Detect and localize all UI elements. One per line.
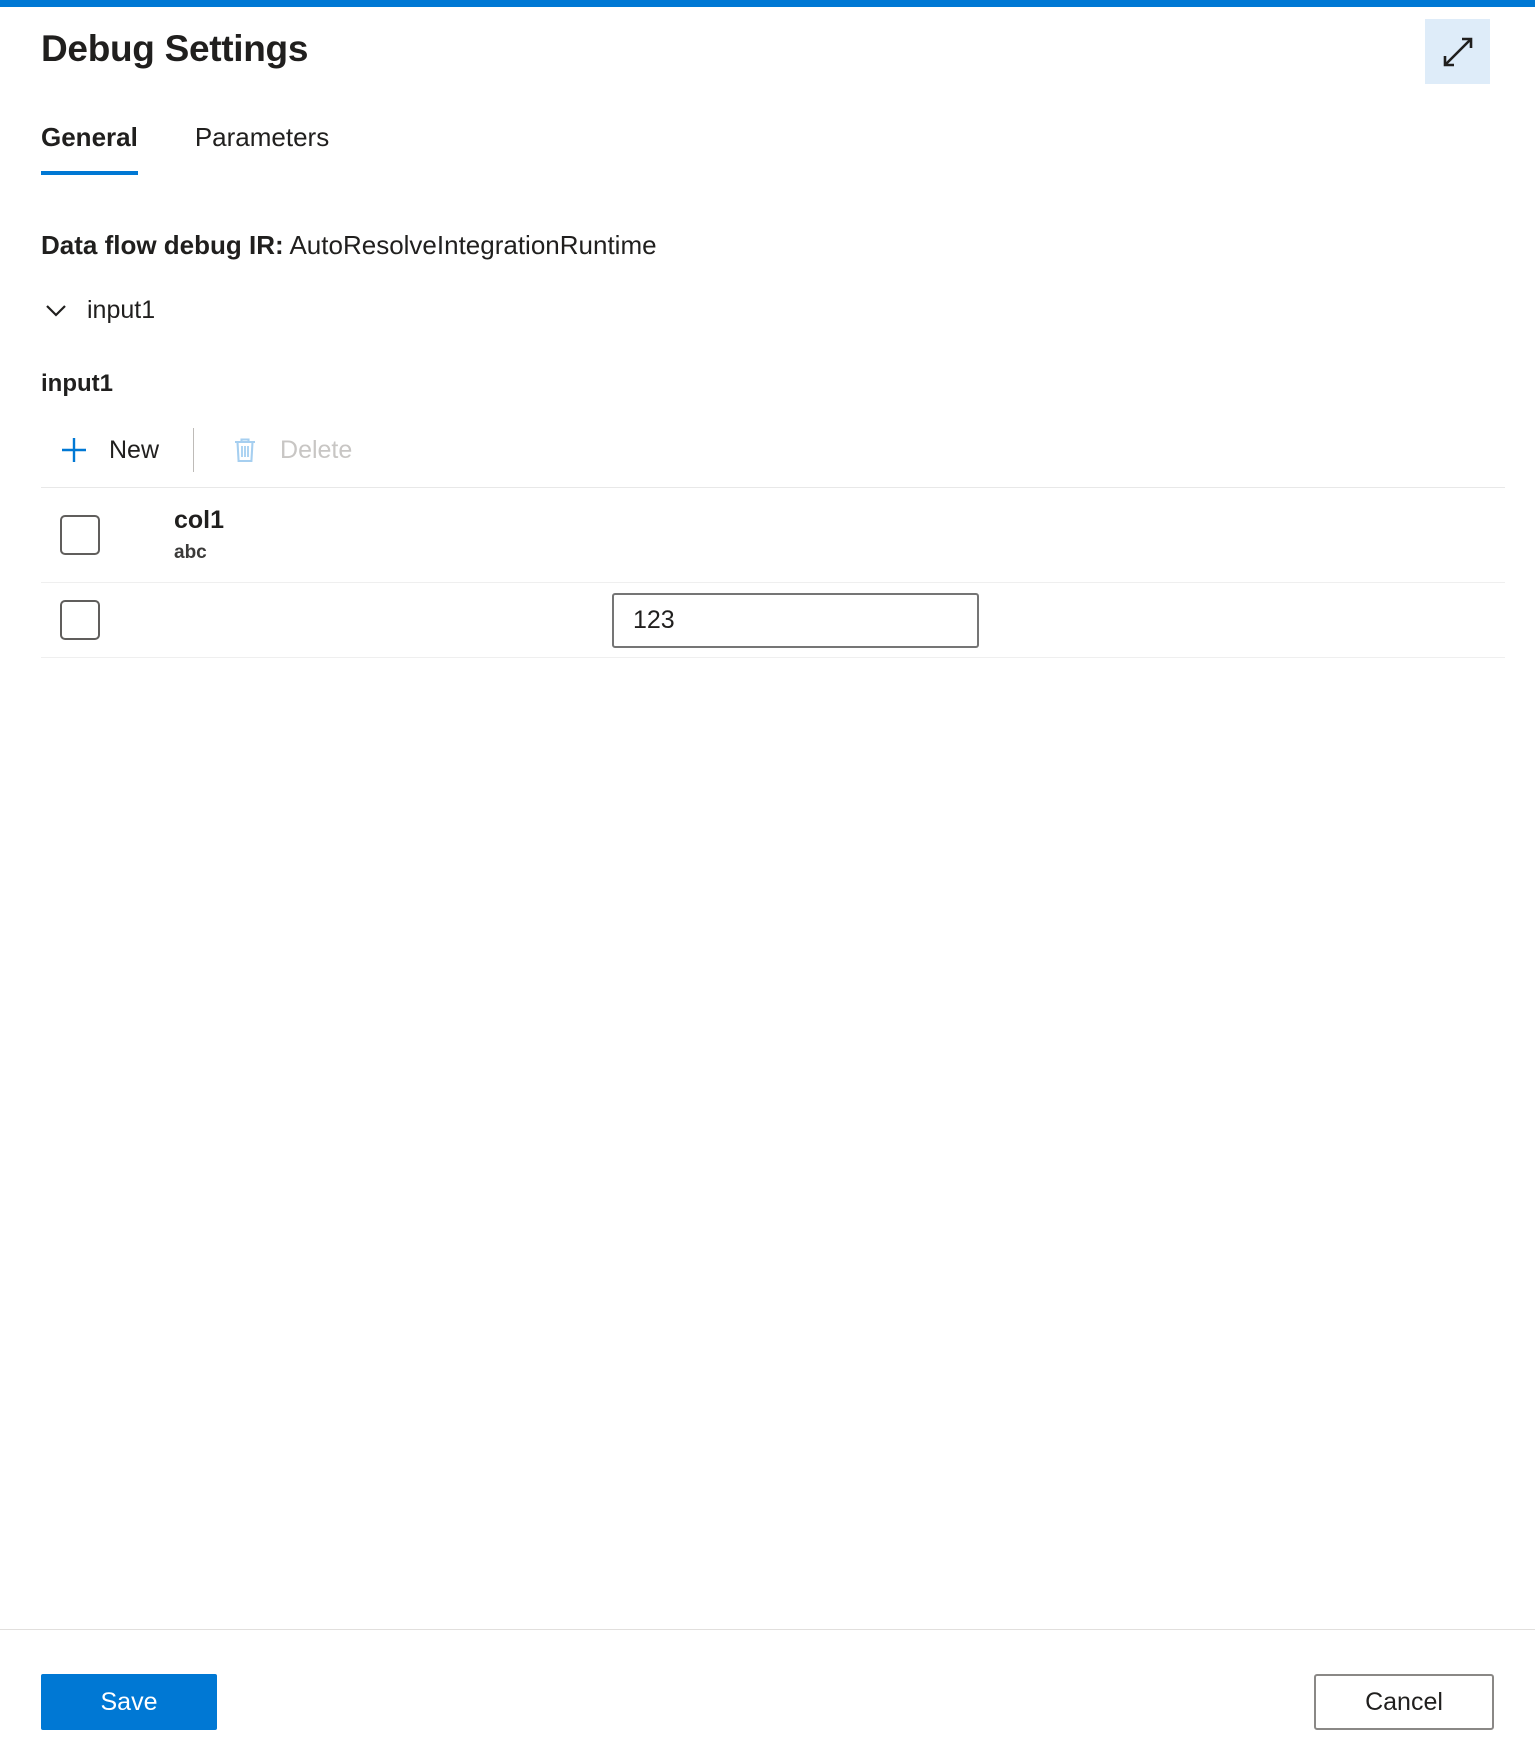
page-title: Debug Settings — [41, 28, 309, 69]
column-name: col1 — [174, 506, 225, 535]
data-flow-debug-ir-label: Data flow debug IR: — [41, 230, 284, 260]
delete-row-button-label: Delete — [280, 435, 353, 464]
chevron-down-icon — [41, 295, 71, 325]
grid-header-select-cell — [41, 515, 136, 555]
col1-value-input[interactable] — [612, 592, 979, 648]
debug-settings-panel: Debug Settings General Parameters Data f… — [0, 0, 1535, 1757]
column-type: abc — [174, 541, 207, 563]
top-accent-bar — [0, 0, 1535, 7]
table-row — [41, 583, 1505, 658]
save-button[interactable]: Save — [41, 1674, 217, 1730]
grid-row-value-cell — [136, 592, 1505, 648]
data-flow-debug-ir: Data flow debug IR: AutoResolveIntegrati… — [41, 230, 657, 261]
trash-icon — [228, 433, 262, 467]
grid-command-bar: New Delete — [41, 418, 1505, 482]
grid-column-header-col1[interactable]: col1 abc — [136, 506, 1505, 564]
tab-list: General Parameters — [41, 118, 386, 175]
row-select-checkbox[interactable] — [60, 600, 100, 640]
expand-panel-button[interactable] — [1425, 19, 1490, 84]
stream-expander-input1[interactable]: input1 — [41, 295, 155, 325]
stream-expander-label: input1 — [87, 295, 156, 324]
footer-divider — [0, 1629, 1535, 1630]
plus-icon — [57, 433, 91, 467]
tab-general[interactable]: General — [41, 118, 138, 175]
new-row-button[interactable]: New — [41, 418, 175, 482]
grid-row-select-cell — [41, 600, 136, 640]
source-data-grid: col1 abc — [41, 487, 1505, 658]
data-flow-debug-ir-value: AutoResolveIntegrationRuntime — [289, 230, 657, 260]
tab-parameters[interactable]: Parameters — [195, 118, 329, 175]
cancel-button[interactable]: Cancel — [1314, 1674, 1494, 1730]
new-row-button-label: New — [109, 435, 160, 464]
grid-header-row: col1 abc — [41, 487, 1505, 583]
select-all-checkbox[interactable] — [60, 515, 100, 555]
expand-diagonal-icon — [1440, 34, 1476, 70]
source-name: input1 — [41, 370, 113, 397]
delete-row-button[interactable]: Delete — [212, 418, 368, 482]
command-bar-divider — [193, 428, 195, 472]
